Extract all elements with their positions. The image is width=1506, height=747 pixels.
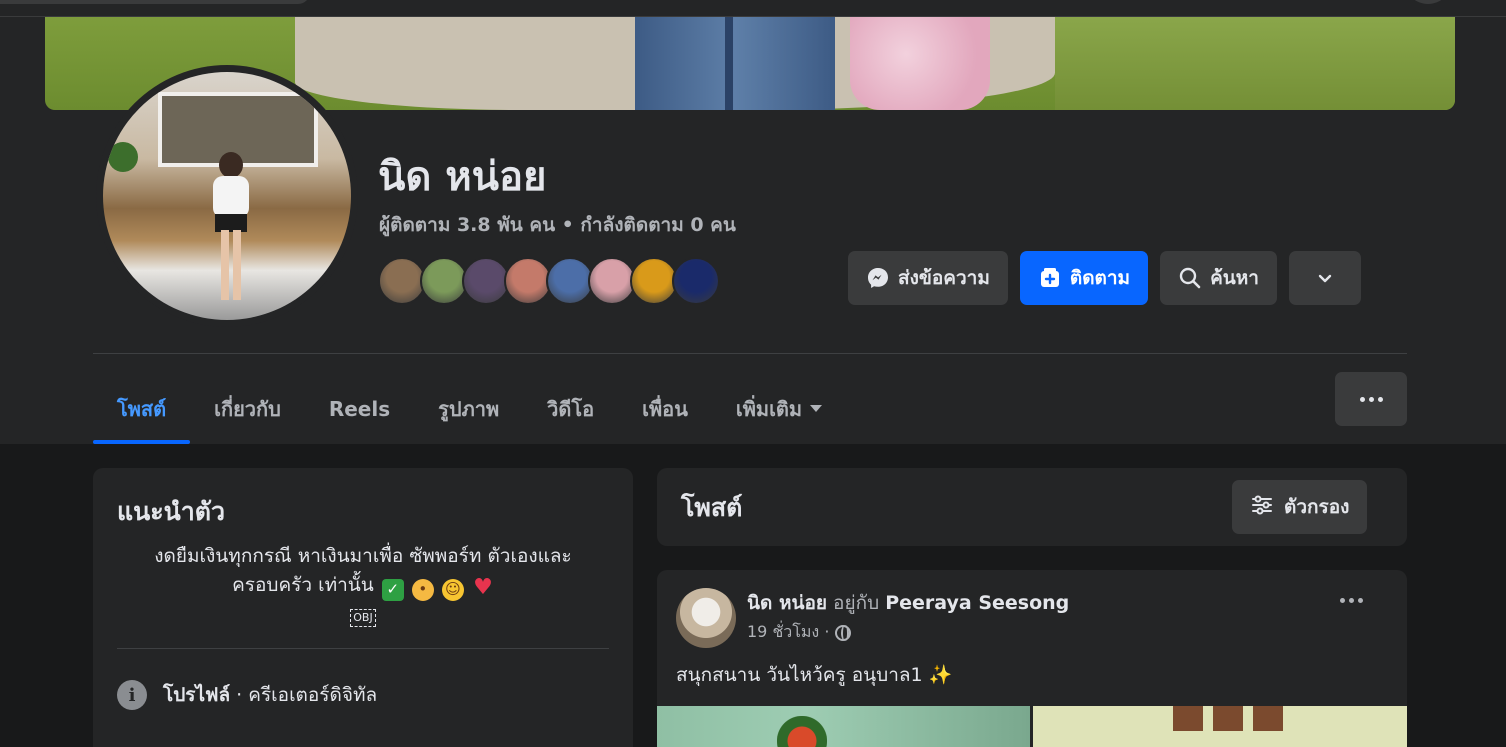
friend-avatars (378, 257, 720, 305)
avatar-plant (108, 142, 138, 172)
bio-line-3: OBJ (117, 601, 609, 630)
post-options-button[interactable] (1340, 598, 1363, 603)
girl-emoji-icon: • (411, 578, 434, 601)
post-with-text: อยู่กับ (827, 592, 886, 614)
tab-about[interactable]: เกี่ยวกับ (190, 373, 305, 444)
cover-person-jeans (635, 17, 835, 110)
bio-line-2: ครอบครัว เท่านั้น ✓ • ☺ ♥ (117, 571, 609, 601)
bio-line-2-text: ครอบครัว เท่านั้น (232, 574, 374, 596)
follow-button[interactable]: ติดตาม (1019, 251, 1149, 305)
friend-avatar[interactable] (420, 257, 468, 305)
heart-emoji-icon: ♥ (473, 575, 493, 600)
intro-title: แนะนำตัว (117, 497, 226, 526)
post-photo-2[interactable] (1033, 706, 1407, 747)
tab-posts[interactable]: โพสต์ (93, 373, 191, 444)
intro-profile-row: i โปรไฟล์ · ครีเอเตอร์ดิจิทัล (117, 680, 377, 710)
avatar-person (211, 152, 251, 302)
more-dots-icon (1359, 396, 1365, 402)
filter-icon (1250, 493, 1274, 522)
friend-avatar[interactable] (462, 257, 510, 305)
profile-header: นิด หน่อย ผู้ติดตาม 3.8 พัน คน • กำลังติ… (0, 17, 1506, 444)
message-label: ส่งข้อความ (898, 267, 990, 289)
check-mark-emoji-icon: ✓ (381, 578, 404, 601)
object-replacement-glyph: OBJ (350, 608, 376, 627)
post-author-avatar[interactable] (676, 588, 736, 648)
friend-avatar[interactable] (378, 257, 426, 305)
search-bar-edge[interactable] (0, 0, 310, 4)
follow-label: ติดตาม (1069, 267, 1131, 289)
profile-name: นิด หน่อย (378, 154, 547, 200)
info-icon: i (117, 680, 147, 710)
account-button-edge[interactable] (1404, 0, 1452, 4)
tabs-more-button[interactable] (1335, 372, 1407, 426)
intro-divider (117, 648, 609, 649)
follow-icon (1038, 266, 1062, 290)
tab-more-label: เพิ่มเติม (735, 396, 803, 421)
intro-card: แนะนำตัว งดยืมเงินทุกกรณี หาเงินมาเพื่อ … (93, 468, 633, 747)
friend-avatar[interactable] (672, 257, 720, 305)
search-icon (1178, 266, 1202, 290)
friend-avatar[interactable] (504, 257, 552, 305)
chevron-down-icon (1313, 266, 1337, 290)
post-author-name[interactable]: นิด หน่อย (747, 592, 827, 614)
more-dots-icon (1340, 598, 1345, 603)
profile-type-label: โปรไฟล์ (163, 684, 231, 706)
bio-line-1: งดยืมเงินทุกกรณี หาเงินมาเพื่อ ซัพพอร์ท … (154, 545, 572, 567)
cover-child-dress (850, 17, 990, 110)
filter-label: ตัวกรอง (1284, 496, 1350, 518)
post-author-line: นิด หน่อย อยู่กับ Peeraya Seesong (747, 588, 1069, 618)
more-options-button[interactable] (1288, 251, 1361, 305)
smile-emoji-icon: ☺ (441, 578, 464, 601)
profile-category: · ครีเอเตอร์ดิจิทัล (230, 684, 378, 706)
top-navigation-bar (0, 0, 1506, 17)
profile-actions: ส่งข้อความ ติดตาม ค้นหา (848, 251, 1361, 305)
header-divider (93, 353, 1407, 354)
intro-bio: งดยืมเงินทุกกรณี หาเงินมาเพื่อ ซัพพอร์ท … (117, 542, 609, 630)
friend-avatar[interactable] (630, 257, 678, 305)
profile-tabs: โพสต์ เกี่ยวกับ Reels รูปภาพ วิดีโอ เพื่… (93, 373, 846, 444)
search-button[interactable]: ค้นหา (1160, 251, 1277, 305)
friend-avatar[interactable] (588, 257, 636, 305)
post-text: สนุกสนาน วันไหว้ครู อนุบาล1 ✨ (676, 664, 953, 686)
tab-more[interactable]: เพิ่มเติม (712, 373, 846, 444)
follower-stats[interactable]: ผู้ติดตาม 3.8 พัน คน • กำลังติดตาม 0 คน (379, 213, 736, 237)
message-button[interactable]: ส่งข้อความ (848, 251, 1008, 305)
filter-button[interactable]: ตัวกรอง (1232, 480, 1368, 534)
tab-reels[interactable]: Reels (305, 373, 414, 444)
post-tagged-user[interactable]: Peeraya Seesong (885, 592, 1069, 614)
messenger-icon (866, 266, 890, 290)
posts-title: โพสต์ (681, 493, 743, 522)
caret-down-icon (810, 405, 823, 412)
profile-category-text: โปรไฟล์ · ครีเอเตอร์ดิจิทัล (163, 680, 377, 710)
tab-friends[interactable]: เพื่อน (618, 373, 712, 444)
search-label: ค้นหา (1210, 267, 1259, 289)
post-time[interactable]: 19 ชั่วโมง · (747, 620, 829, 645)
posts-header-card: โพสต์ ตัวกรอง (657, 468, 1407, 546)
post-photo-1[interactable] (657, 706, 1030, 747)
friend-avatar[interactable] (546, 257, 594, 305)
tab-photos[interactable]: รูปภาพ (414, 373, 523, 444)
globe-icon (835, 624, 852, 641)
post-card: นิด หน่อย อยู่กับ Peeraya Seesong 19 ชั่… (657, 570, 1407, 747)
cover-grass (1055, 17, 1455, 110)
profile-avatar[interactable] (103, 72, 351, 320)
tab-videos[interactable]: วิดีโอ (523, 373, 618, 444)
post-meta: 19 ชั่วโมง · (747, 620, 852, 645)
